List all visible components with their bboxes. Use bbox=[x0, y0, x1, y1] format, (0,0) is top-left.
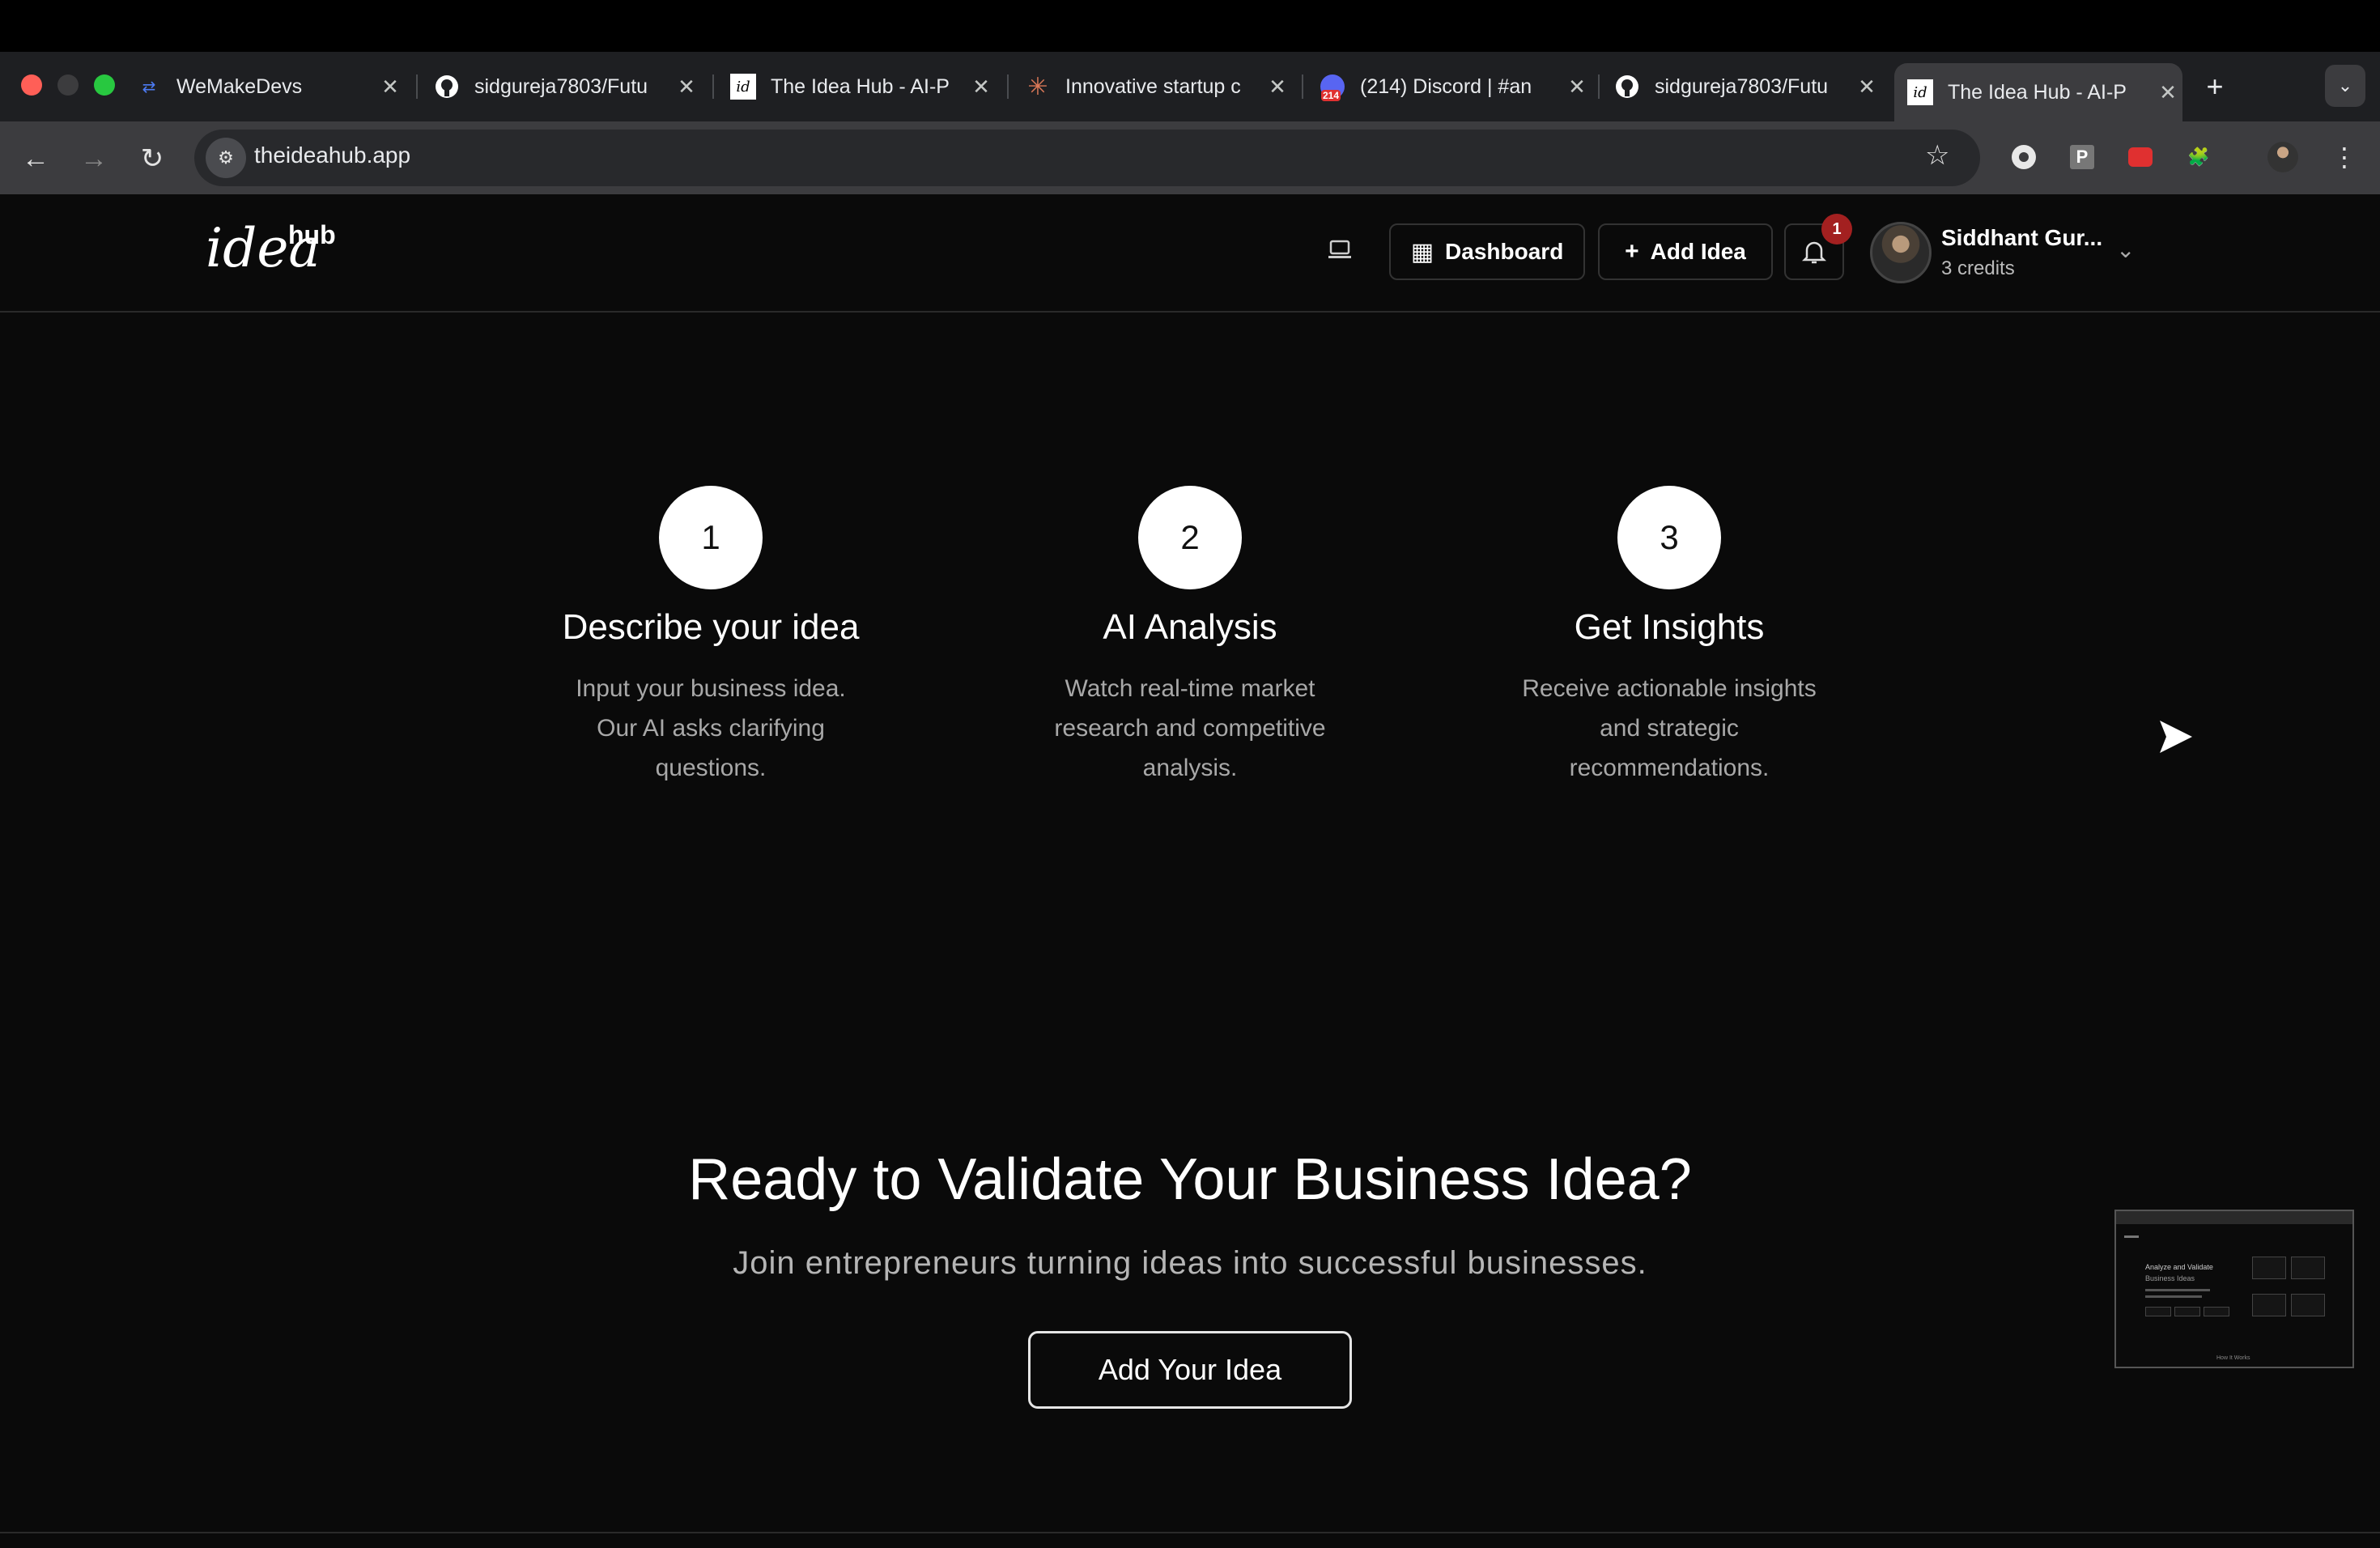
github-icon bbox=[434, 74, 460, 100]
tab-separator bbox=[712, 74, 714, 99]
puzzle-icon[interactable]: 🧩 bbox=[2182, 141, 2215, 173]
pip-subheading: Business Ideas bbox=[2145, 1274, 2195, 1282]
step-card: 1 Describe your idea Input your business… bbox=[484, 486, 937, 788]
grid-icon: ▦ bbox=[1410, 238, 1434, 266]
pip-text-line bbox=[2145, 1289, 2210, 1291]
step-title: AI Analysis bbox=[1103, 607, 1277, 647]
ideahub-icon: id bbox=[1907, 79, 1933, 105]
close-tab-icon[interactable]: ✕ bbox=[2153, 80, 2182, 105]
user-avatar[interactable] bbox=[1870, 222, 1932, 283]
wemakedevs-icon: ⇄ bbox=[142, 78, 156, 96]
window-maximize-button[interactable] bbox=[94, 74, 115, 96]
profile-avatar[interactable] bbox=[2267, 141, 2299, 173]
github-icon bbox=[1614, 74, 1640, 100]
user-credits: 3 credits bbox=[1941, 257, 2015, 279]
step-number: 3 bbox=[1617, 486, 1721, 589]
youtube-extension-icon[interactable] bbox=[2124, 141, 2157, 173]
pip-button bbox=[2204, 1307, 2229, 1316]
tab-separator bbox=[1302, 74, 1303, 99]
pip-footer: How It Works bbox=[2216, 1355, 2250, 1361]
discord-icon: 214 bbox=[1320, 74, 1345, 101]
plus-icon: + bbox=[1625, 238, 1639, 265]
close-tab-icon[interactable]: ✕ bbox=[672, 74, 701, 100]
close-tab-icon[interactable]: ✕ bbox=[1263, 74, 1292, 100]
pip-card bbox=[2291, 1257, 2325, 1279]
logo-superscript[interactable]: hub bbox=[288, 220, 336, 250]
laptop-icon[interactable] bbox=[1328, 240, 1352, 267]
browser-tab[interactable]: ✳ Innovative startup c ✕ bbox=[1025, 63, 1292, 110]
notification-badge: 1 bbox=[1821, 214, 1852, 245]
step-card: 2 AI Analysis Watch real-time market res… bbox=[963, 486, 1417, 788]
reload-icon[interactable]: ↻ bbox=[130, 136, 175, 181]
tab-separator bbox=[1007, 74, 1009, 99]
address-bar[interactable] bbox=[194, 130, 1980, 186]
footer-divider bbox=[0, 1532, 2380, 1533]
step-number: 2 bbox=[1138, 486, 1242, 589]
new-tab-button[interactable]: + bbox=[2197, 63, 2233, 110]
cta-heading: Ready to Validate Your Business Idea? bbox=[688, 1147, 1692, 1212]
tab-separator bbox=[416, 74, 418, 99]
close-tab-icon[interactable]: ✕ bbox=[967, 74, 996, 100]
claude-icon: ✳ bbox=[1027, 73, 1048, 100]
bell-icon bbox=[1802, 241, 1826, 264]
pip-tab-bar bbox=[2116, 1211, 2352, 1224]
pip-card bbox=[2291, 1294, 2325, 1316]
screen-top-bar bbox=[0, 0, 2380, 52]
url-text[interactable]: theideahub.app bbox=[254, 142, 410, 168]
step-title: Get Insights bbox=[1574, 607, 1765, 647]
close-tab-icon[interactable]: ✕ bbox=[376, 74, 405, 100]
ideahub-icon: id bbox=[730, 74, 756, 100]
more-menu-icon[interactable]: ⋮ bbox=[2328, 141, 2361, 173]
pip-card bbox=[2252, 1257, 2286, 1279]
dashboard-button[interactable]: ▦ Dashboard bbox=[1389, 223, 1585, 280]
screen-preview-thumbnail[interactable]: Analyze and Validate Business Ideas How … bbox=[2114, 1210, 2354, 1368]
browser-tab[interactable]: sidgureja7803/Futu ✕ bbox=[434, 63, 701, 110]
send-icon[interactable] bbox=[2157, 717, 2195, 756]
tab-separator bbox=[1598, 74, 1600, 99]
window-minimize-button[interactable] bbox=[57, 74, 79, 96]
step-card: 3 Get Insights Receive actionable insigh… bbox=[1443, 486, 1896, 788]
step-description: Input your business idea. Our AI asks cl… bbox=[576, 675, 846, 781]
user-name[interactable]: Siddhant Gur... bbox=[1941, 225, 2102, 251]
step-description: Receive actionable insights and strategi… bbox=[1522, 675, 1817, 781]
browser-tab[interactable]: ⇄ WeMakeDevs ✕ bbox=[136, 63, 405, 110]
close-tab-icon[interactable]: ✕ bbox=[1852, 74, 1881, 100]
close-tab-icon[interactable]: ✕ bbox=[1562, 74, 1592, 100]
pip-text-line bbox=[2145, 1295, 2202, 1298]
browser-tab[interactable]: 214 (214) Discord | #an ✕ bbox=[1320, 63, 1592, 110]
browser-tab-active[interactable]: id The Idea Hub - AI-P ✕ bbox=[1894, 63, 2182, 121]
pip-heading: Analyze and Validate bbox=[2145, 1263, 2213, 1271]
cta-subheading: Join entrepreneurs turning ideas into su… bbox=[733, 1245, 1647, 1281]
step-title: Describe your idea bbox=[562, 607, 860, 647]
chevron-down-icon[interactable]: ⌄ bbox=[2116, 236, 2135, 263]
p-extension-icon[interactable]: P bbox=[2066, 141, 2098, 173]
add-your-idea-button[interactable]: Add Your Idea bbox=[1028, 1331, 1352, 1409]
tab-search-button[interactable]: ⌄ bbox=[2325, 65, 2365, 107]
pip-logo bbox=[2124, 1235, 2139, 1238]
back-icon[interactable]: ← bbox=[13, 136, 58, 181]
window-close-button[interactable] bbox=[21, 74, 42, 96]
perplexity-icon[interactable] bbox=[2008, 141, 2040, 173]
pip-button bbox=[2174, 1307, 2200, 1316]
add-idea-button[interactable]: + Add Idea bbox=[1598, 223, 1773, 280]
bookmark-star-icon[interactable]: ☆ bbox=[1925, 139, 1949, 172]
step-description: Watch real-time market research and comp… bbox=[1054, 675, 1326, 781]
step-number: 1 bbox=[659, 486, 763, 589]
browser-tab[interactable]: sidgureja7803/Futu ✕ bbox=[1614, 63, 1881, 110]
site-info-icon[interactable]: ⚙ bbox=[206, 138, 246, 178]
site-header bbox=[0, 194, 2380, 313]
pip-card bbox=[2252, 1294, 2286, 1316]
pip-button bbox=[2145, 1307, 2171, 1316]
browser-tab[interactable]: id The Idea Hub - AI-P ✕ bbox=[730, 63, 996, 110]
forward-icon[interactable]: → bbox=[71, 136, 117, 181]
